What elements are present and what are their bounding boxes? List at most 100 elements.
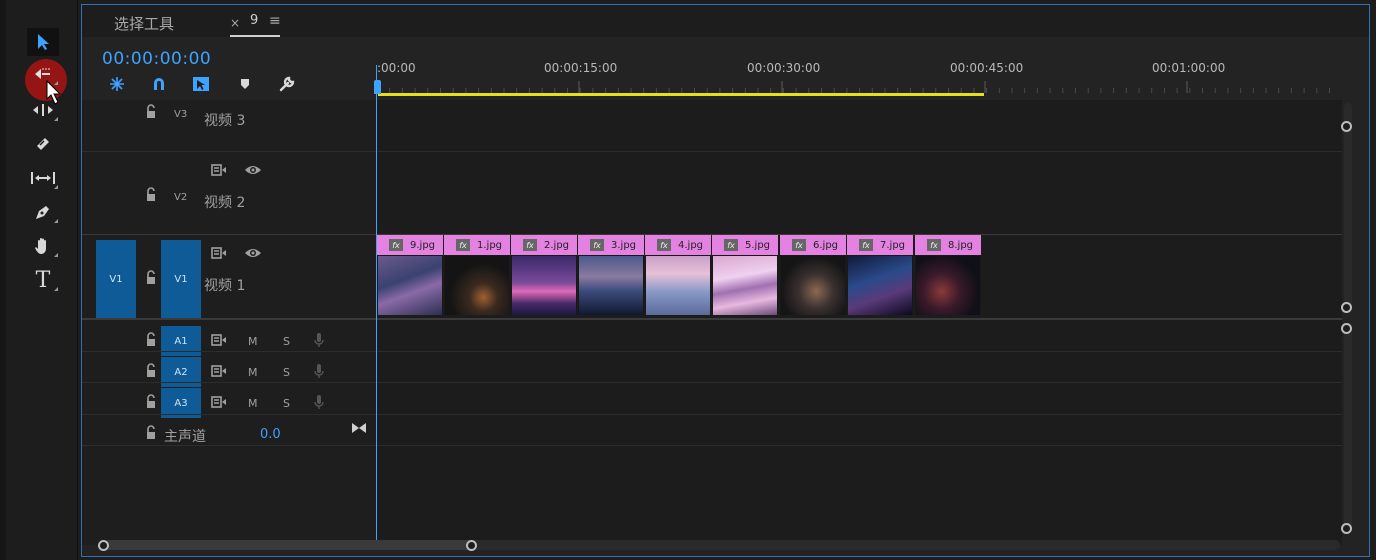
- sync-lock-icon[interactable]: [210, 162, 228, 178]
- track-name-v3: 视频 3: [204, 113, 246, 129]
- hand-tool[interactable]: [27, 232, 59, 260]
- clip[interactable]: fx 4.jpg: [645, 235, 711, 315]
- lock-icon[interactable]: [142, 104, 160, 120]
- scroll-knob[interactable]: [1341, 302, 1352, 313]
- track-name-v1: 视频 1: [204, 278, 246, 294]
- scroll-knob[interactable]: [1341, 323, 1352, 334]
- ruler-label: 00:00:45:00: [950, 61, 1024, 75]
- mute-button-a2[interactable]: M: [248, 366, 258, 379]
- sync-lock-icon[interactable]: [210, 332, 228, 348]
- lock-icon[interactable]: [142, 425, 160, 441]
- slip-tool[interactable]: [27, 164, 59, 192]
- time-ruler[interactable]: :00:00 00:00:15:00 00:00:30:00 00:00:45:…: [376, 53, 1340, 99]
- clip-thumbnail: [646, 256, 710, 315]
- microphone-icon[interactable]: [310, 394, 328, 410]
- clip-name: 9.jpg: [410, 239, 436, 251]
- tab-close-icon[interactable]: ×: [230, 16, 240, 30]
- lock-icon[interactable]: [142, 270, 160, 286]
- lock-icon[interactable]: [142, 394, 160, 410]
- clip-name: 6.jpg: [813, 239, 839, 251]
- clip-name: 3.jpg: [611, 239, 637, 251]
- horizontal-scroll-thumb[interactable]: [104, 540, 474, 550]
- pen-tool[interactable]: [27, 198, 59, 226]
- sync-lock-icon[interactable]: [210, 245, 228, 261]
- playhead-handle[interactable]: [374, 80, 381, 94]
- ruler-label: 00:00:30:00: [747, 61, 821, 75]
- eye-icon[interactable]: [244, 162, 262, 178]
- playhead-timecode[interactable]: 00:00:00:00: [102, 49, 211, 69]
- clip[interactable]: fx 7.jpg: [847, 235, 913, 315]
- timeline-panel: 选择工具 × 9 ≡ 00:00:00:00 :00:00 00:00:15:0…: [81, 4, 1370, 557]
- clip-name: 8.jpg: [948, 239, 974, 251]
- audio-vertical-scrollbar[interactable]: [1344, 323, 1352, 533]
- work-area-bar[interactable]: [378, 93, 984, 96]
- eye-icon[interactable]: [244, 245, 262, 261]
- mute-button-a3[interactable]: M: [248, 397, 258, 410]
- source-patch-v1[interactable]: V1: [96, 240, 136, 319]
- tab-selection-tool[interactable]: 选择工具: [114, 13, 174, 34]
- track-target-v3[interactable]: V3: [174, 109, 187, 120]
- ripple-icon: [33, 104, 53, 116]
- razor-icon: [37, 138, 49, 150]
- sync-lock-icon[interactable]: [210, 363, 228, 379]
- mute-button-a1[interactable]: M: [248, 335, 258, 348]
- solo-button-a3[interactable]: S: [283, 397, 290, 410]
- ripple-edit-tool[interactable]: [27, 96, 59, 124]
- horizontal-scrollbar[interactable]: [104, 540, 1340, 550]
- linked-selection-button[interactable]: [190, 73, 212, 95]
- microphone-icon[interactable]: [310, 332, 328, 348]
- fx-badge: fx: [657, 239, 671, 251]
- clip[interactable]: fx 9.jpg: [377, 235, 443, 315]
- solo-button-a2[interactable]: S: [283, 366, 290, 379]
- track-divider: [82, 318, 1342, 320]
- fx-badge: fx: [389, 239, 403, 251]
- lock-icon[interactable]: [142, 187, 160, 203]
- microphone-icon[interactable]: [310, 363, 328, 379]
- clip-thumbnail: [512, 256, 576, 315]
- clip[interactable]: fx 8.jpg: [915, 235, 981, 315]
- bowtie-icon[interactable]: [350, 420, 368, 436]
- clip[interactable]: fx 3.jpg: [578, 235, 644, 315]
- add-marker-button[interactable]: [234, 73, 256, 95]
- solo-button-a1[interactable]: S: [283, 335, 290, 348]
- track-target-v2[interactable]: V2: [174, 192, 187, 203]
- timeline-settings-button[interactable]: [276, 73, 298, 95]
- clip[interactable]: fx 1.jpg: [444, 235, 510, 315]
- master-volume-value[interactable]: 0.0: [260, 427, 281, 442]
- clip[interactable]: fx 6.jpg: [780, 235, 846, 315]
- track-divider: [82, 151, 1342, 152]
- master-track-name: 主声道: [164, 429, 206, 445]
- nest-icon: [110, 77, 124, 91]
- track-target-v1[interactable]: V1: [161, 240, 201, 319]
- tools-panel: T: [0, 0, 78, 560]
- video-vertical-scrollbar[interactable]: [1344, 103, 1352, 309]
- clip[interactable]: fx 2.jpg: [511, 235, 577, 315]
- magnet-icon: [154, 78, 164, 90]
- wrench-icon: [279, 76, 295, 92]
- type-tool[interactable]: T: [27, 266, 59, 294]
- zoom-handle-right[interactable]: [466, 540, 477, 551]
- clip-thumbnail: [916, 256, 980, 315]
- clip-thumbnail: [848, 256, 912, 315]
- lock-icon[interactable]: [142, 332, 160, 348]
- scroll-knob[interactable]: [1341, 523, 1352, 534]
- selection-tool[interactable]: [27, 28, 59, 56]
- track-divider: [82, 382, 1342, 383]
- nest-sequence-button[interactable]: [106, 73, 128, 95]
- ruler-label: 00:01:00:00: [1152, 61, 1226, 75]
- clip[interactable]: fx 5.jpg: [712, 235, 778, 315]
- playhead-line[interactable]: [376, 65, 377, 545]
- tab-bar: 选择工具 × 9 ≡: [82, 5, 1369, 37]
- zoom-handle-left[interactable]: [98, 540, 109, 551]
- razor-tool[interactable]: [27, 130, 59, 158]
- sync-lock-icon[interactable]: [210, 394, 228, 410]
- snap-button[interactable]: [148, 73, 170, 95]
- tab-sequence-9[interactable]: 9: [250, 13, 258, 28]
- scroll-knob[interactable]: [1341, 121, 1352, 132]
- lock-icon[interactable]: [142, 363, 160, 379]
- tab-menu-icon[interactable]: ≡: [269, 13, 281, 29]
- clip-thumbnail: [579, 256, 643, 315]
- clip-name: 5.jpg: [745, 239, 771, 251]
- track-area[interactable]: [376, 100, 1342, 545]
- track-divider: [82, 445, 1342, 446]
